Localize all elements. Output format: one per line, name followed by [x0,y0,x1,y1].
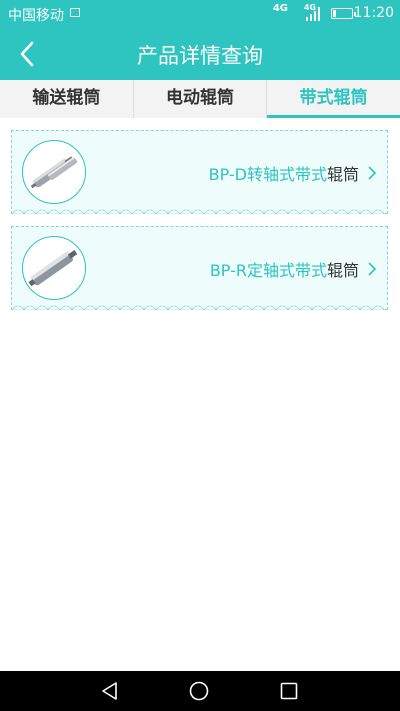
tab-conveyor-roller[interactable]: 输送辊筒 [0,80,133,118]
product-card-bp-d[interactable]: BP-D转轴式带式辊筒 [11,130,388,214]
product-name-model: BP-D转轴式带式 [208,165,327,184]
product-name: BP-R定轴式带式辊筒 [210,257,359,281]
clock-time: 11:20 [353,5,394,21]
product-name-suffix: 辊筒 [326,261,359,280]
tab-belt-roller[interactable]: 带式辊筒 [266,80,400,118]
chevron-right-icon [368,262,377,276]
roller-product-image [22,236,86,300]
product-card-bp-r[interactable]: BP-R定轴式带式辊筒 [11,226,388,310]
chevron-right-icon [368,166,377,180]
recent-apps-square-icon[interactable] [279,681,299,701]
system-navigation-bar [0,671,400,711]
back-triangle-icon[interactable] [100,681,120,701]
signal-strength-icon [306,7,320,21]
scalloped-edge-decoration [12,305,387,310]
title-bar: 产品详情查询 [0,28,400,80]
roller-product-image [22,140,86,204]
page-title: 产品详情查询 [137,44,263,68]
battery-level-fill [333,10,336,17]
scalloped-edge-decoration [12,209,387,214]
category-tabs: 输送辊筒 电动辊筒 带式辊筒 [0,80,400,118]
home-circle-icon[interactable] [189,681,209,701]
carrier-name: 中国移动 [8,8,64,24]
product-name: BP-D转轴式带式辊筒 [209,161,359,185]
tab-motorized-roller[interactable]: 电动辊筒 [132,80,267,118]
network-type-primary: 4G [272,3,288,14]
image-notification-icon [70,8,80,17]
battery-icon [331,8,356,19]
product-name-suffix: 辊筒 [326,165,359,184]
status-bar: 中国移动 4G 4G 11:20 [0,0,400,28]
product-name-model: BP-R定轴式带式 [209,261,327,280]
